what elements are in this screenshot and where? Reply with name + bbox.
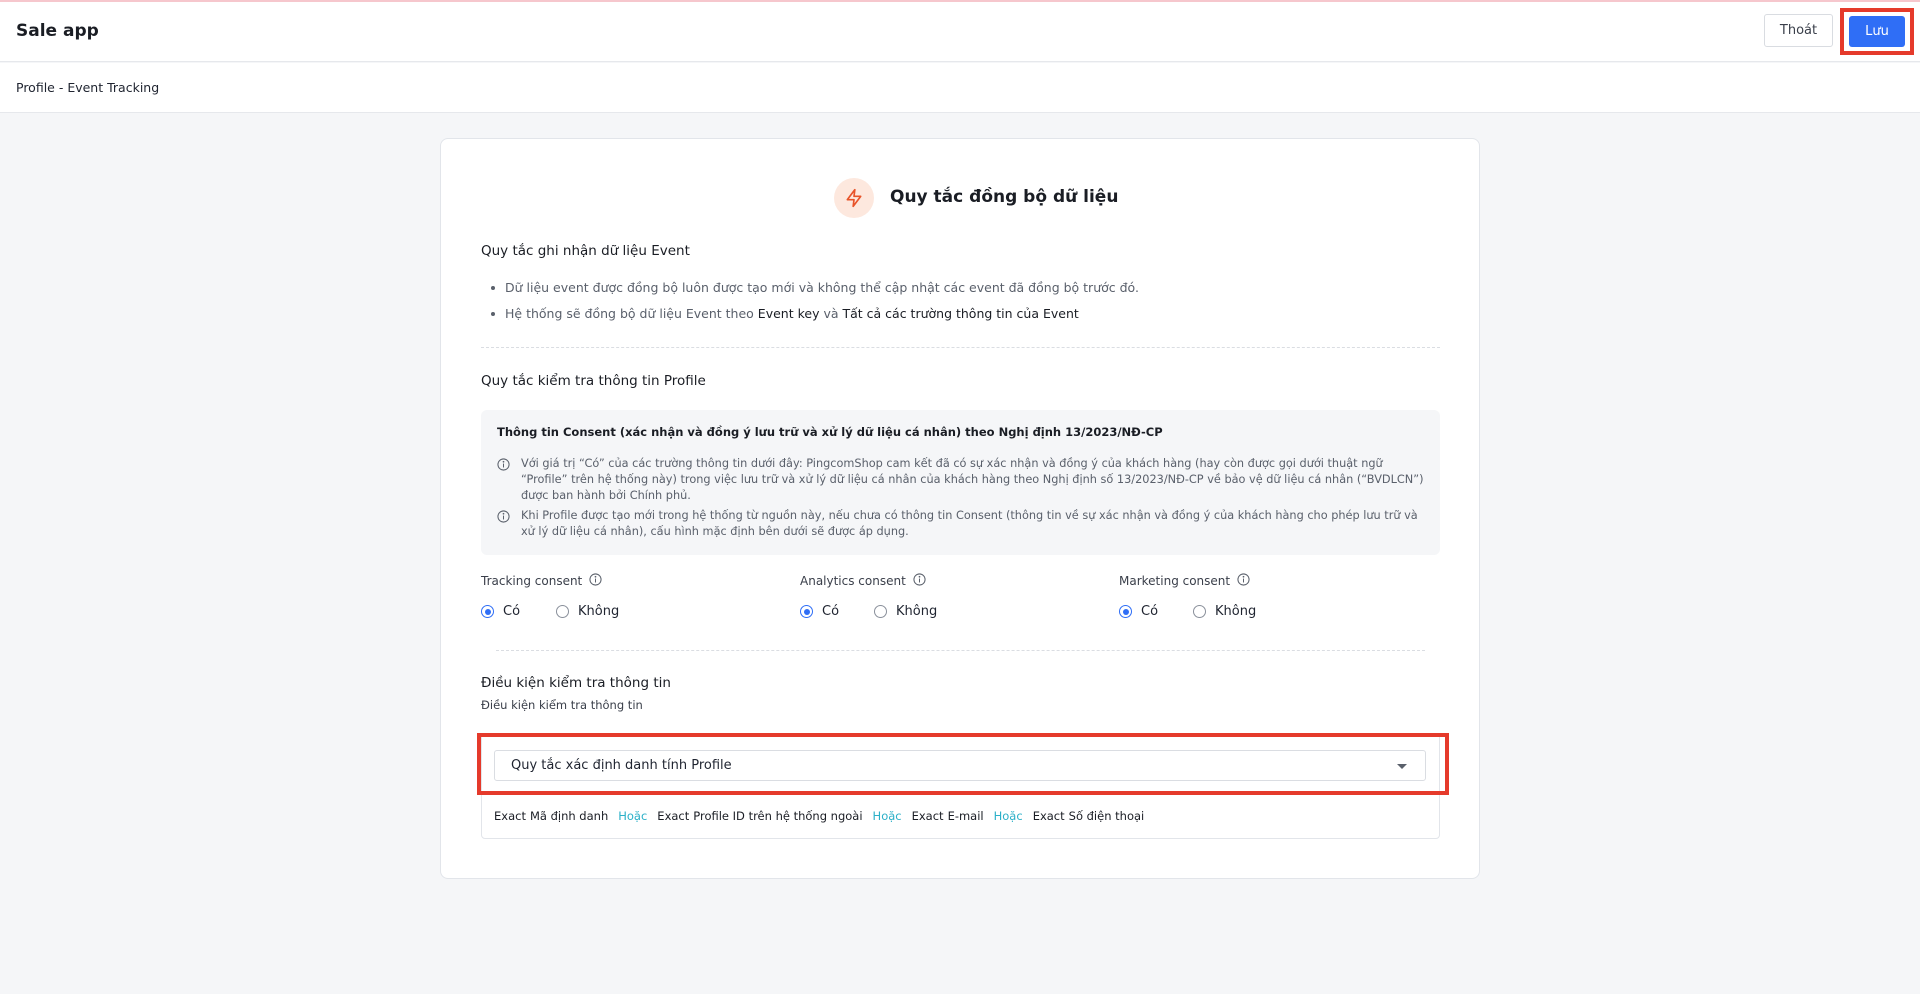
radio-checked-icon bbox=[800, 605, 813, 618]
marketing-consent: Marketing consent Có Không bbox=[1119, 573, 1256, 619]
tracking-consent-yes[interactable]: Có bbox=[481, 604, 556, 619]
radio-unchecked-icon bbox=[556, 605, 569, 618]
info-icon[interactable] bbox=[589, 573, 602, 589]
radio-label: Không bbox=[578, 604, 620, 619]
consent-info-box: Thông tin Consent (xác nhận và đồng ý lư… bbox=[481, 410, 1440, 555]
top-bar: Sale app bbox=[0, 0, 1920, 62]
consent-note-2-text: Khi Profile được tạo mới trong hệ thống … bbox=[521, 509, 1418, 538]
event-rule-item-1: Dữ liệu event được đồng bộ luôn được tạo… bbox=[491, 280, 1139, 295]
rule-field-external-id: Profile ID trên hệ thống ngoài bbox=[693, 809, 863, 823]
consent-note-1-text: Với giá trị “Có” của các trường thông ti… bbox=[521, 457, 1424, 502]
analytics-consent-yes[interactable]: Có bbox=[800, 604, 874, 619]
tracking-consent: Tracking consent Có Không bbox=[481, 573, 619, 619]
marketing-consent-label: Marketing consent bbox=[1119, 573, 1250, 589]
info-icon[interactable] bbox=[1237, 573, 1250, 589]
radio-label: Có bbox=[1141, 604, 1159, 619]
radio-checked-icon bbox=[481, 605, 494, 618]
consent-note-1: Với giá trị “Có” của các trường thông ti… bbox=[497, 456, 1427, 504]
analytics-consent-options: Có Không bbox=[800, 604, 937, 619]
and-text: và bbox=[819, 306, 843, 321]
analytics-consent-label-text: Analytics consent bbox=[800, 574, 906, 588]
exact-keyword: Exact bbox=[657, 809, 690, 823]
section-divider bbox=[496, 650, 1425, 651]
event-rule-text-1: Dữ liệu event được đồng bộ luôn được tạo… bbox=[505, 280, 1139, 295]
tracking-consent-no[interactable]: Không bbox=[556, 604, 619, 619]
event-key-text: Event key bbox=[757, 306, 820, 321]
event-rule-text-2: Hệ thống sẽ đồng bộ dữ liệu Event theo bbox=[505, 306, 758, 321]
radio-label: Không bbox=[896, 604, 938, 619]
radio-unchecked-icon bbox=[874, 605, 887, 618]
breadcrumb-bar: Profile - Event Tracking bbox=[0, 63, 1920, 113]
radio-label: Không bbox=[1215, 604, 1257, 619]
exact-keyword: Exact bbox=[494, 809, 526, 823]
exact-keyword: Exact bbox=[911, 809, 944, 823]
radio-unchecked-icon bbox=[1193, 605, 1206, 618]
info-icon[interactable] bbox=[913, 573, 926, 589]
event-rule-item-2: Hệ thống sẽ đồng bộ dữ liệu Event theo E… bbox=[491, 306, 1079, 321]
tracking-consent-options: Có Không bbox=[481, 604, 619, 619]
bullet-dot bbox=[491, 285, 495, 290]
consent-info-title: Thông tin Consent (xác nhận và đồng ý lư… bbox=[497, 425, 1163, 439]
rule-field-email: E-mail bbox=[947, 809, 984, 823]
tracking-consent-label-text: Tracking consent bbox=[481, 574, 583, 588]
event-fields-text: Tất cả các trường thông tin của Event bbox=[842, 306, 1079, 321]
breadcrumb: Profile - Event Tracking bbox=[16, 80, 160, 95]
or-operator: Hoặc bbox=[618, 809, 648, 823]
marketing-consent-label-text: Marketing consent bbox=[1119, 574, 1231, 588]
marketing-consent-no[interactable]: Không bbox=[1193, 604, 1256, 619]
bullet-dot bbox=[491, 311, 495, 316]
radio-label: Có bbox=[822, 604, 840, 619]
identity-rule-expression: Exact Mã định danh Hoặc Exact Profile ID t… bbox=[494, 809, 1144, 823]
profile-rules-title: Quy tắc kiểm tra thông tin Profile bbox=[481, 373, 706, 389]
condition-subtitle: Điều kiện kiểm tra thông tin bbox=[481, 698, 643, 712]
select-highlight bbox=[477, 733, 1449, 795]
or-operator: Hoặc bbox=[993, 809, 1023, 823]
info-icon bbox=[497, 458, 510, 504]
radio-label: Có bbox=[503, 604, 521, 619]
rule-field-id: Mã định danh bbox=[529, 809, 609, 823]
tracking-consent-label: Tracking consent bbox=[481, 573, 602, 589]
rule-field-phone: Số điện thoại bbox=[1068, 809, 1145, 823]
exact-keyword: Exact bbox=[1032, 809, 1065, 823]
lightning-icon bbox=[834, 178, 874, 218]
analytics-consent: Analytics consent Có Không bbox=[800, 573, 937, 619]
marketing-consent-options: Có Không bbox=[1119, 604, 1256, 619]
save-button[interactable]: Lưu bbox=[1849, 16, 1905, 47]
consent-note-2: Khi Profile được tạo mới trong hệ thống … bbox=[497, 508, 1427, 540]
section-divider bbox=[481, 347, 1440, 348]
page-title: Quy tắc đồng bộ dữ liệu bbox=[890, 187, 1119, 207]
analytics-consent-no[interactable]: Không bbox=[874, 604, 937, 619]
or-operator: Hoặc bbox=[872, 809, 902, 823]
marketing-consent-yes[interactable]: Có bbox=[1119, 604, 1193, 619]
info-icon bbox=[497, 510, 510, 540]
app-title: Sale app bbox=[16, 21, 99, 41]
event-rules-title: Quy tắc ghi nhận dữ liệu Event bbox=[481, 243, 690, 259]
exit-button[interactable]: Thoát bbox=[1764, 14, 1833, 47]
condition-title: Điều kiện kiểm tra thông tin bbox=[481, 675, 671, 691]
analytics-consent-label: Analytics consent bbox=[800, 573, 926, 589]
radio-checked-icon bbox=[1119, 605, 1132, 618]
